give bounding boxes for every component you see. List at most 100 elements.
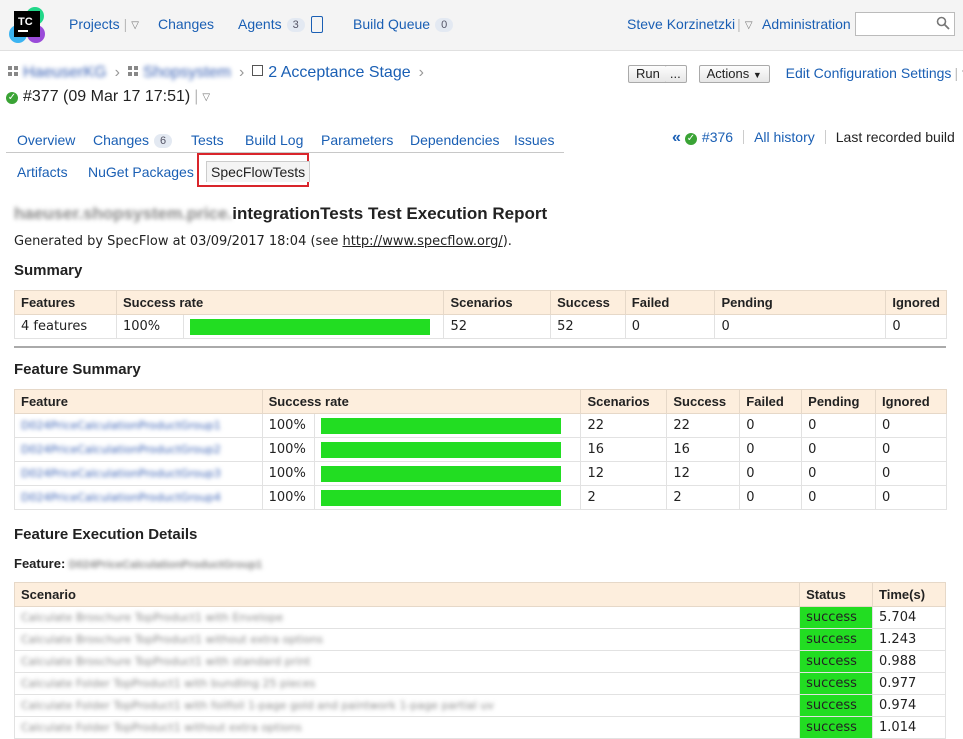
cell-bar xyxy=(183,314,445,339)
chevron-down-icon[interactable]: ▽ xyxy=(202,92,210,103)
report-title-prefix: haeuser.shopsystem.price. xyxy=(14,204,233,223)
run-button[interactable]: Run xyxy=(628,65,668,84)
tab-specflowtests[interactable]: SpecFlowTests xyxy=(197,153,311,187)
run-options-button[interactable]: ... xyxy=(664,65,687,84)
chevron-down-icon[interactable]: ▽ xyxy=(745,20,753,31)
time-cell: 0.988 xyxy=(872,650,946,673)
breadcrumb-chevron-icon: › xyxy=(418,64,424,81)
tab-issues[interactable]: Issues xyxy=(514,132,554,148)
tab-changes[interactable]: Changes 6 xyxy=(93,132,173,148)
table-row: D024PriceCalculationProductGroup3 100% 1… xyxy=(14,461,947,486)
breadcrumb-chevron-icon: › xyxy=(238,64,245,81)
table-row: Calculate Broschure TopProduct1 with sta… xyxy=(13,650,946,673)
tab-nuget-packages[interactable]: NuGet Packages xyxy=(88,164,194,180)
changes-count-badge: 6 xyxy=(154,134,173,148)
column-header: Scenarios xyxy=(580,389,668,414)
nav-projects[interactable]: Projects | ▽ xyxy=(69,16,139,32)
success-bar xyxy=(320,465,561,482)
nav-administration[interactable]: Administration xyxy=(762,16,851,32)
column-header: Time(s) xyxy=(872,582,946,607)
project-grid-icon xyxy=(8,66,18,76)
report-title-text: integrationTests Test Execution Report xyxy=(232,204,548,223)
table-row: Calculate Broschure TopProduct1 without … xyxy=(13,628,946,651)
nav-build-queue[interactable]: Build Queue 0 xyxy=(353,16,454,32)
cell-failed: 0 xyxy=(739,461,803,486)
column-header: Failed xyxy=(739,389,803,414)
table-header-row: Feature Success rate Scenarios Success F… xyxy=(14,389,947,414)
tab-build-log[interactable]: Build Log xyxy=(245,132,303,148)
all-history-link[interactable]: All history xyxy=(754,129,815,145)
cell-scenarios: 52 xyxy=(443,314,552,339)
cell-bar xyxy=(313,437,582,462)
teamcity-logo[interactable]: TC xyxy=(8,6,46,44)
cell-ignored: 0 xyxy=(875,437,947,462)
status-cell: success xyxy=(799,628,874,651)
cell-pending: 0 xyxy=(801,461,877,486)
cell-failed: 0 xyxy=(624,314,716,339)
scenario-name: Calculate Folder TopProduct1 without ext… xyxy=(21,721,302,734)
column-header: Scenario xyxy=(13,582,801,607)
nav-user[interactable]: Steve Korzinetzki | ▽ xyxy=(627,16,753,32)
status-cell: success xyxy=(799,672,874,695)
search-icon[interactable] xyxy=(936,16,950,30)
chevron-down-icon[interactable]: ▽ xyxy=(131,20,139,31)
feature-link[interactable]: D024PriceCalculationProductGroup2 xyxy=(21,443,221,456)
table-row: Calculate Folder TopProduct1 with foilfo… xyxy=(13,694,946,717)
column-header: Ignored xyxy=(885,290,947,315)
tab-artifacts[interactable]: Artifacts xyxy=(17,164,68,180)
tab-dependencies[interactable]: Dependencies xyxy=(410,132,500,148)
table-row: Calculate Folder TopProduct1 without ext… xyxy=(13,716,946,739)
specflow-link[interactable]: http://www.specflow.org/ xyxy=(342,234,502,249)
agent-icon xyxy=(310,16,323,33)
actions-button[interactable]: Actions ▼ xyxy=(698,65,770,84)
cell-pending: 0 xyxy=(714,314,887,339)
cell-failed: 0 xyxy=(739,413,803,438)
tab-tests[interactable]: Tests xyxy=(191,132,224,148)
section-divider xyxy=(14,346,946,348)
nav-build-queue-label: Build Queue xyxy=(353,16,431,32)
build-number-line[interactable]: ✓ #377 (09 Mar 17 17:51) | ▽ xyxy=(6,88,210,106)
cell-success: 2 xyxy=(666,485,741,510)
table-row: Calculate Folder TopProduct1 with bundli… xyxy=(13,672,946,695)
table-row: D024PriceCalculationProductGroup1 100% 2… xyxy=(14,413,947,438)
feature-summary-table: Feature Success rate Scenarios Success F… xyxy=(14,389,947,510)
breadcrumb-configuration[interactable]: 2 Acceptance Stage xyxy=(268,64,410,81)
build-title: #377 (09 Mar 17 17:51) xyxy=(23,88,191,105)
cell-failed: 0 xyxy=(739,437,803,462)
nav-agents[interactable]: Agents 3 xyxy=(238,16,323,33)
cell-success: 52 xyxy=(550,314,626,339)
success-bar xyxy=(320,417,561,434)
column-header: Features xyxy=(14,290,117,315)
search-input[interactable] xyxy=(856,13,940,33)
tab-overview[interactable]: Overview xyxy=(17,132,75,148)
tab-parameters[interactable]: Parameters xyxy=(321,132,393,148)
generated-suffix: ). xyxy=(502,234,512,249)
column-header: Scenarios xyxy=(443,290,552,315)
column-header: Success xyxy=(666,389,741,414)
tab-changes-label: Changes xyxy=(93,132,150,148)
time-cell: 0.974 xyxy=(872,694,946,717)
time-cell: 1.243 xyxy=(872,628,946,651)
build-queue-count-badge: 0 xyxy=(435,18,454,32)
feature-link[interactable]: D024PriceCalculationProductGroup4 xyxy=(21,491,221,504)
table-row: 4 features 100% 52 52 0 0 0 xyxy=(14,314,947,339)
breadcrumb-project[interactable]: HaeuserKG xyxy=(23,64,107,81)
search-box[interactable] xyxy=(855,12,955,36)
scenario-name: Calculate Broschure TopProduct1 without … xyxy=(21,633,324,646)
project-grid-icon xyxy=(127,66,138,76)
edit-configuration-link[interactable]: Edit Configuration Settings xyxy=(786,65,952,81)
cell-success-rate: 100% xyxy=(261,437,315,462)
feature-link[interactable]: D024PriceCalculationProductGroup3 xyxy=(21,467,221,480)
nav-changes[interactable]: Changes xyxy=(158,16,214,32)
column-header: Status xyxy=(799,582,874,607)
table-header-row: Features Success rate Scenarios Success … xyxy=(14,290,947,315)
status-cell: success xyxy=(799,650,874,673)
column-header: Success rate xyxy=(261,389,582,414)
previous-build-link[interactable]: #376 xyxy=(702,129,733,145)
breadcrumb-subproject[interactable]: Shopsystem xyxy=(143,64,231,81)
cell-ignored: 0 xyxy=(885,314,947,339)
cell-bar xyxy=(313,485,582,510)
cell-ignored: 0 xyxy=(875,413,947,438)
feature-link[interactable]: D024PriceCalculationProductGroup1 xyxy=(21,419,221,432)
double-chevron-left-icon[interactable]: « xyxy=(672,129,681,146)
